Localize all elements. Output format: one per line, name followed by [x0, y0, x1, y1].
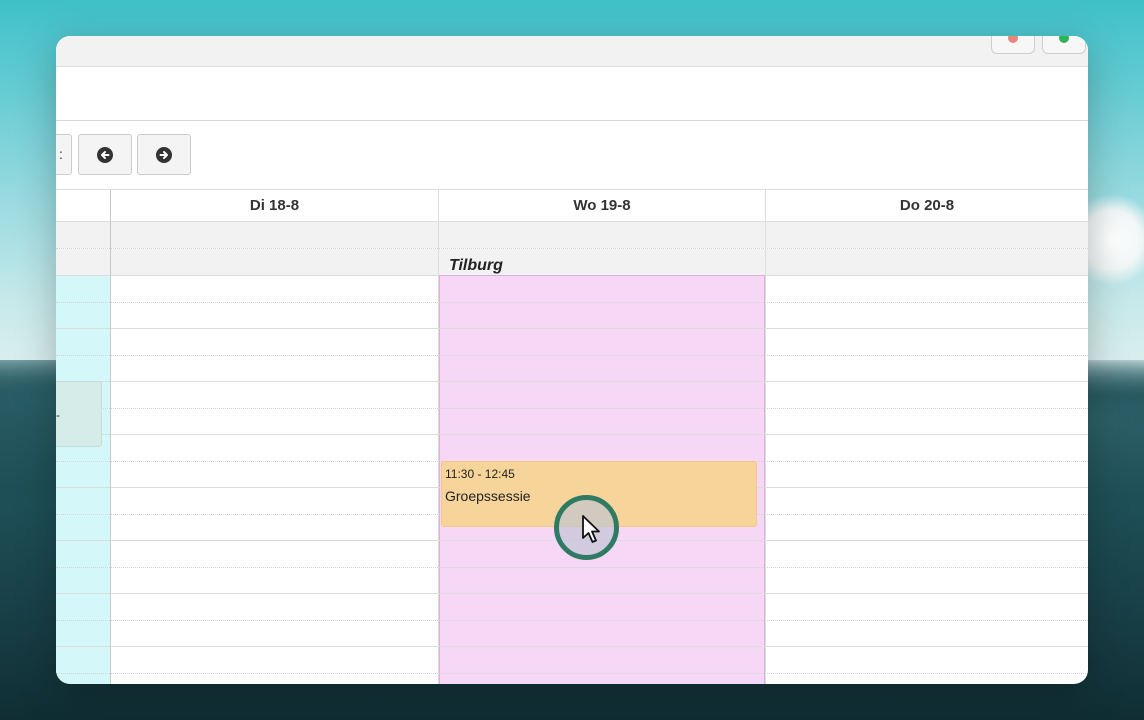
location-label: Tilburg: [449, 257, 503, 274]
view-button-label: :: [59, 146, 63, 162]
title-bar: [56, 36, 1088, 67]
plus-icon: [1059, 36, 1069, 43]
next-week-button[interactable]: [137, 134, 191, 175]
add-button[interactable]: [1042, 36, 1086, 54]
week-calendar: Di 18-8 Wo 19-8 Do 20-8 Tilburg - 11:30 …: [56, 189, 1088, 684]
cursor-highlight: [554, 495, 619, 560]
day-header-thursday: Do 20-8: [899, 197, 955, 214]
allday-row-2: [56, 249, 1088, 275]
view-button[interactable]: :: [56, 134, 72, 175]
arrow-left-circle-icon: [97, 146, 113, 163]
calendar-toolbar: :: [56, 121, 1088, 189]
monday-event-text: -: [56, 408, 60, 422]
monday-event[interactable]: -: [56, 381, 102, 447]
arrow-right-circle-icon: [156, 146, 172, 163]
event-title: Groepssessie: [445, 488, 531, 504]
day-header-wednesday: Wo 19-8: [573, 197, 631, 214]
mouse-pointer-icon: [582, 515, 600, 543]
day-header-tuesday: Di 18-8: [249, 197, 300, 214]
close-button[interactable]: [991, 36, 1035, 54]
monday-column: [56, 275, 110, 684]
app-window: : Di 18-8 Wo 19-8 Do 20-8 Tilburg - 11:3…: [56, 36, 1088, 684]
event-time: 11:30 - 12:45: [445, 467, 515, 481]
close-icon: [1008, 36, 1018, 43]
previous-week-button[interactable]: [78, 134, 132, 175]
allday-row: [56, 222, 1088, 248]
header-area: [56, 67, 1088, 121]
